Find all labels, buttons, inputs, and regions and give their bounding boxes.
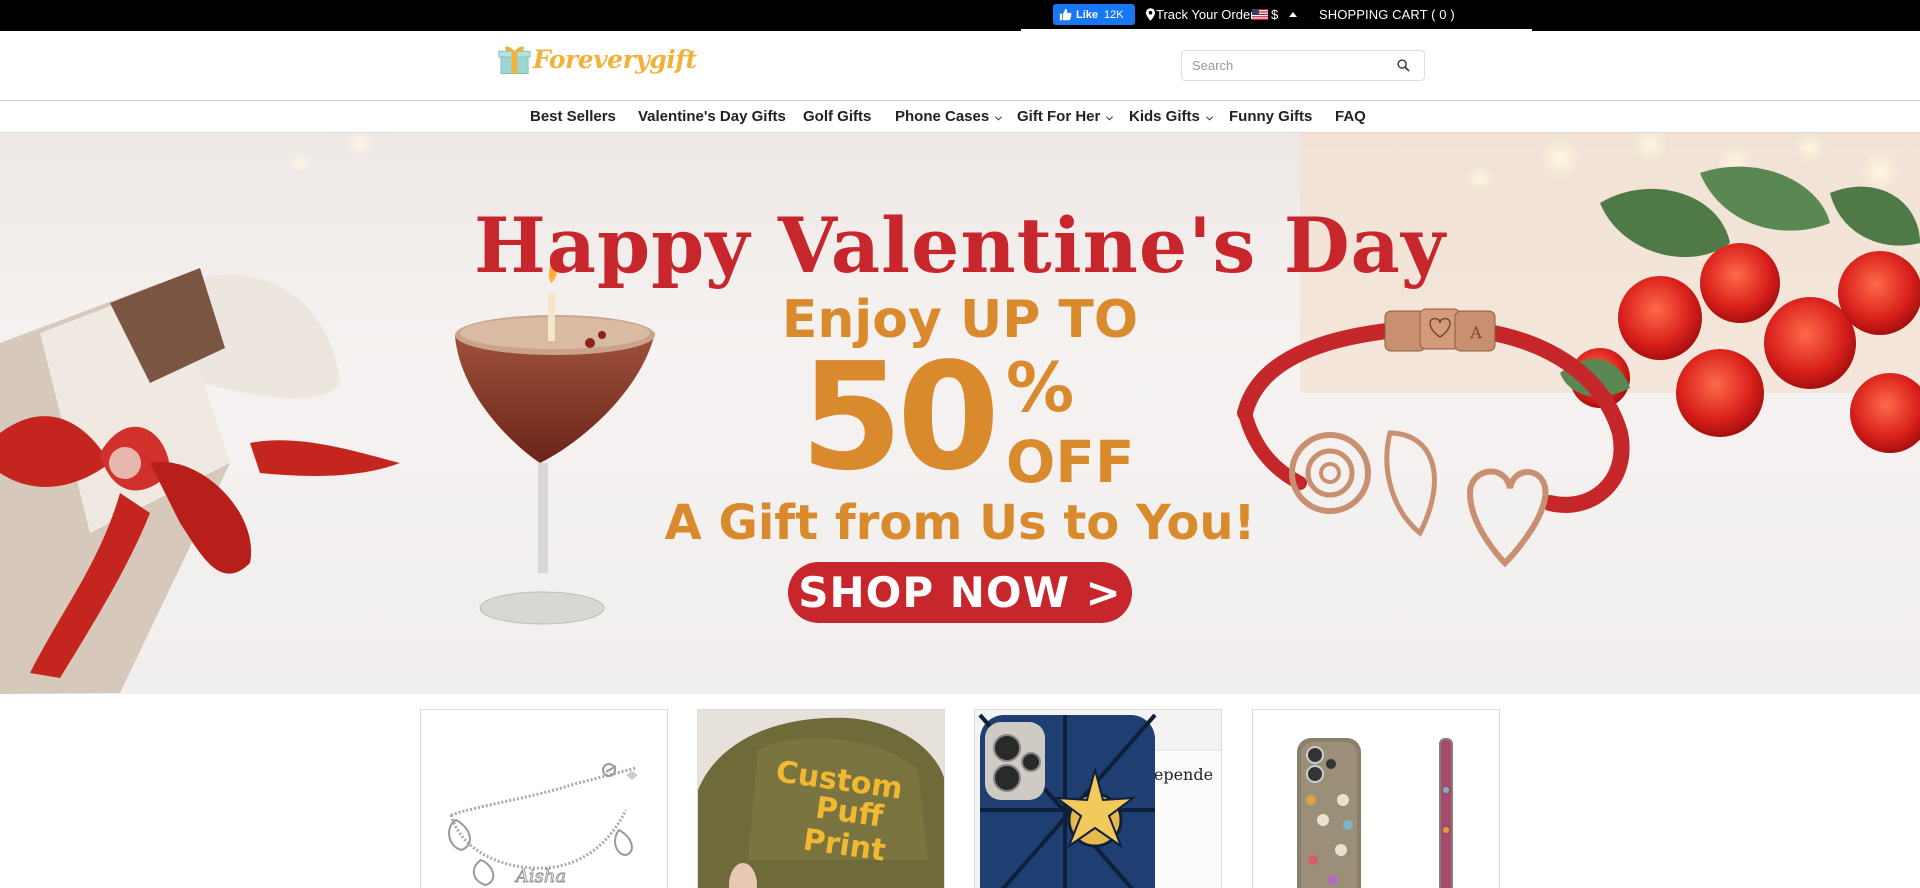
search-icon[interactable]	[1397, 59, 1410, 72]
shopping-cart-link[interactable]: SHOPPING CART ( 0 )	[1319, 7, 1455, 22]
currency-symbol: $	[1271, 7, 1279, 22]
logo-text: Foreverygift	[533, 44, 697, 74]
hero-percent-number: 50	[800, 331, 1000, 503]
site-header: Foreverygift	[0, 31, 1920, 101]
chevron-down-icon	[1106, 115, 1114, 121]
nav-item-golf-gifts[interactable]: Golf Gifts	[803, 108, 871, 125]
hero-banner[interactable]: A Happy Valentine's Day Enjoy UP TO 50 %…	[0, 133, 1920, 694]
product-grid: Aisha Custom Puff Print Independe	[0, 709, 1920, 888]
caret-up-icon	[1289, 12, 1298, 17]
facebook-like-label: Like	[1076, 8, 1099, 21]
track-order-label: Track Your Order	[1156, 7, 1255, 22]
map-pin-icon	[1146, 8, 1155, 21]
nav-item-faq[interactable]: FAQ	[1335, 108, 1366, 125]
nav-item-label: Gift For Her	[1017, 108, 1101, 125]
nav-item-label: Kids Gifts	[1129, 108, 1200, 125]
nav-item-label: Phone Cases	[895, 108, 990, 125]
facebook-like-count: 12K	[1104, 8, 1124, 21]
product-card-name-bracelet[interactable]: Aisha	[420, 709, 668, 888]
hero-subtitle: A Gift from Us to You!	[664, 495, 1256, 551]
nav-item-label: Best Sellers	[530, 108, 616, 125]
product-image: Aisha	[448, 763, 638, 888]
product-image: Custom Puff Print	[698, 710, 944, 888]
nav-item-phone-cases[interactable]: Phone Cases	[895, 108, 1003, 125]
nav-item-best-sellers[interactable]: Best Sellers	[530, 108, 616, 125]
svg-text:Aisha: Aisha	[514, 866, 566, 887]
nav-item-kids-gifts[interactable]: Kids Gifts	[1129, 108, 1213, 125]
hero-title: Happy Valentine's Day	[473, 201, 1447, 290]
nav-item-label: Funny Gifts	[1229, 108, 1313, 125]
facebook-like-button[interactable]: Like 12K	[1053, 4, 1135, 25]
product-card-floral-skeleton-phone-case[interactable]	[1252, 709, 1500, 888]
nav-item-label: FAQ	[1335, 108, 1366, 125]
top-bar: Like 12K Track Your Order $ SHOPPING CAR…	[0, 0, 1920, 31]
hero-text-overlay: Happy Valentine's Day Enjoy UP TO 50 % O…	[0, 133, 1920, 694]
shop-now-button[interactable]: SHOP NOW >	[788, 562, 1132, 623]
nav-item-funny-gifts[interactable]: Funny Gifts	[1229, 108, 1312, 125]
track-order-link[interactable]: Track Your Order	[1146, 7, 1255, 22]
product-image	[1297, 738, 1453, 888]
nav-item-label: Valentine's Day Gifts	[638, 108, 786, 125]
hero-off-text: OFF	[1006, 428, 1135, 496]
main-navigation: Best Sellers Valentine's Day Gifts Golf …	[0, 101, 1920, 133]
chevron-down-icon	[1205, 115, 1213, 121]
product-card-puff-print-hat[interactable]: Custom Puff Print	[697, 709, 945, 888]
search-box	[1181, 50, 1425, 81]
site-logo[interactable]: Foreverygift	[498, 43, 697, 75]
product-card-stained-glass-phone-case[interactable]: Independe	[974, 709, 1222, 888]
nav-item-label: Golf Gifts	[803, 108, 872, 125]
hero-percent-sign: %	[1006, 349, 1075, 428]
thumbs-up-icon	[1059, 8, 1072, 21]
currency-selector[interactable]: $	[1252, 7, 1298, 22]
nav-item-gift-for-her[interactable]: Gift For Her	[1017, 108, 1114, 125]
product-image: Independe	[975, 710, 1221, 888]
gift-box-icon	[498, 46, 531, 75]
chevron-down-icon	[995, 115, 1003, 121]
search-input[interactable]	[1192, 51, 1392, 80]
nav-item-valentines-day-gifts[interactable]: Valentine's Day Gifts	[638, 108, 786, 125]
us-flag-icon	[1252, 9, 1268, 20]
